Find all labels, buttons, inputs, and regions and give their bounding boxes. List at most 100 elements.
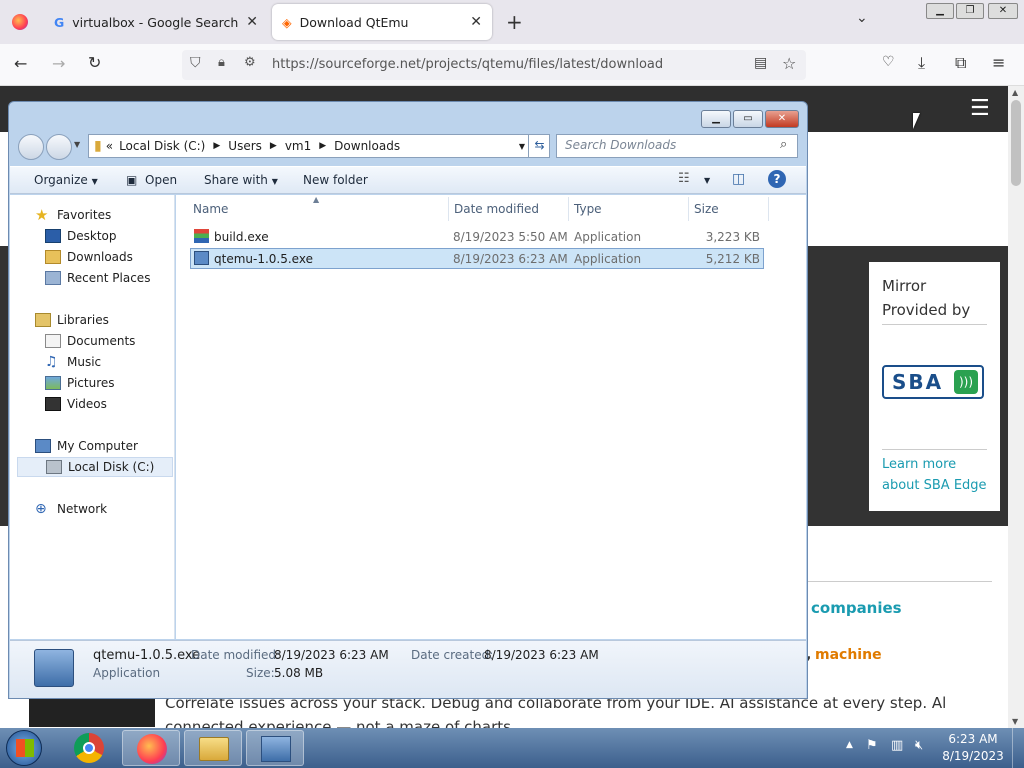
action-center-icon[interactable]: ⚑ <box>866 738 878 753</box>
file-row-build[interactable]: build.exe 8/19/2023 5:50 AM Application … <box>190 227 764 248</box>
explorer-minimize-button[interactable]: ▁ <box>701 110 731 128</box>
share-with-button[interactable]: Share with ▼ <box>204 173 278 187</box>
taskbar-installer[interactable] <box>246 730 304 766</box>
reader-view-icon[interactable]: ▤ <box>754 55 767 71</box>
close-window-button[interactable]: ✕ <box>988 3 1018 19</box>
tab-google-search[interactable]: G virtualbox - Google Search ✕ <box>44 4 268 40</box>
change-view-icon[interactable]: ☷ <box>678 171 690 186</box>
lock-icon[interactable]: 🔒︎ <box>218 55 225 70</box>
taskbar-chrome[interactable] <box>60 730 118 766</box>
taskbar-explorer[interactable] <box>184 730 242 766</box>
taskbar-firefox[interactable] <box>122 730 180 766</box>
clock-time[interactable]: 6:23 AM <box>940 732 1006 746</box>
breadcrumb-overflow[interactable]: « <box>106 139 113 153</box>
show-desktop-button[interactable] <box>1012 728 1024 768</box>
breadcrumb-vm1[interactable]: vm1 <box>285 139 311 153</box>
firefox-menu-icon[interactable] <box>12 14 28 30</box>
breadcrumb-local-disk[interactable]: Local Disk (C:) <box>119 139 205 153</box>
breadcrumb-chevron-icon[interactable]: ▶ <box>319 141 326 151</box>
show-hidden-icons[interactable]: ▲ <box>846 740 853 750</box>
new-folder-button[interactable]: New folder <box>303 173 368 187</box>
help-icon[interactable]: ? <box>768 170 786 188</box>
preview-pane-icon[interactable]: ◫ <box>732 171 745 187</box>
nav-recent-places[interactable]: Recent Places <box>45 268 150 288</box>
scroll-up-arrow[interactable]: ▲ <box>1012 88 1018 97</box>
file-name: qtemu-1.0.5.exe <box>214 252 313 266</box>
explorer-close-button[interactable]: ✕ <box>765 110 799 128</box>
page-scrollbar[interactable]: ▲ ▼ <box>1008 86 1024 728</box>
back-button[interactable] <box>18 134 44 160</box>
organize-button[interactable]: Organize ▼ <box>34 173 98 187</box>
back-icon[interactable]: ← <box>14 54 27 73</box>
nav-favorites[interactable]: ★ Favorites <box>35 205 111 225</box>
details-date-modified-label: Date modified: <box>191 648 281 662</box>
url-text[interactable]: https://sourceforge.net/projects/qtemu/f… <box>272 57 663 72</box>
scroll-down-arrow[interactable]: ▼ <box>1012 717 1018 726</box>
sba-logo[interactable]: SBA ))) <box>882 365 984 399</box>
nav-downloads[interactable]: Downloads <box>45 247 133 267</box>
open-button[interactable]: Open <box>145 173 177 187</box>
forward-button[interactable] <box>46 134 72 160</box>
clock-date[interactable]: 8/19/2023 <box>940 749 1006 763</box>
column-date-modified[interactable]: Date modified <box>454 202 539 216</box>
column-size[interactable]: Size <box>694 202 719 216</box>
sort-arrow-icon: ▲ <box>313 195 320 204</box>
list-tabs-icon[interactable]: ⌄ <box>856 10 868 26</box>
url-bar[interactable]: ⛉ 🔒︎ ⚙ https://sourceforge.net/projects/… <box>182 50 806 80</box>
scroll-thumb[interactable] <box>1011 100 1021 186</box>
nav-documents[interactable]: Documents <box>45 331 135 351</box>
nav-network[interactable]: ⊕ Network <box>35 499 107 519</box>
close-tab-icon[interactable]: ✕ <box>246 14 258 30</box>
volume-muted-icon[interactable]: 🔇︎ <box>915 738 923 753</box>
breadcrumb-downloads[interactable]: Downloads <box>334 139 400 153</box>
restore-window-button[interactable]: ❐ <box>956 3 984 19</box>
open-icon[interactable]: ▣ <box>126 173 137 187</box>
breadcrumb-chevron-icon[interactable]: ▶ <box>213 141 220 151</box>
breadcrumb-chevron-icon[interactable]: ▶ <box>270 141 277 151</box>
bookmark-star-icon[interactable]: ☆ <box>782 54 796 73</box>
hamburger-menu-icon[interactable]: ☰ <box>970 96 990 121</box>
search-input[interactable]: Search Downloads <box>556 134 798 158</box>
column-type[interactable]: Type <box>574 202 602 216</box>
close-tab-icon[interactable]: ✕ <box>470 14 482 30</box>
tab-download-qtemu[interactable]: ◈ Download QtEmu ✕ <box>272 4 492 40</box>
learn-more-link-2[interactable]: about SBA Edge <box>882 475 987 496</box>
file-type: Application <box>574 230 642 244</box>
nav-libraries[interactable]: Libraries <box>35 310 109 330</box>
start-button[interactable] <box>6 730 42 766</box>
reload-icon[interactable]: ↻ <box>88 53 101 72</box>
new-tab-button[interactable]: + <box>506 10 523 34</box>
shield-icon[interactable]: ⛉ <box>190 55 201 71</box>
address-bar[interactable]: ▮ « Local Disk (C:) ▶ Users ▶ vm1 ▶ Down… <box>88 134 550 158</box>
downloads-folder-icon <box>45 250 61 264</box>
extensions-icon[interactable]: ⧉ <box>955 53 966 73</box>
address-dropdown-icon[interactable]: ▼ <box>519 142 525 151</box>
nav-music[interactable]: ♫ Music <box>45 352 101 372</box>
refresh-icon[interactable]: ⇆ <box>528 134 550 158</box>
downloads-icon[interactable]: ⤓ <box>918 53 925 73</box>
breadcrumb-users[interactable]: Users <box>228 139 262 153</box>
search-icon[interactable]: ⌕ <box>780 137 787 152</box>
explorer-maximize-button[interactable]: ▭ <box>733 110 763 128</box>
permissions-icon[interactable]: ⚙ <box>244 55 256 70</box>
ad-thumbnail[interactable] <box>29 699 155 727</box>
nav-videos[interactable]: Videos <box>45 394 107 414</box>
nav-local-disk[interactable]: Local Disk (C:) <box>17 457 173 477</box>
forward-icon[interactable]: → <box>52 54 65 73</box>
nav-pictures[interactable]: Pictures <box>45 373 115 393</box>
view-options-icon[interactable]: ▼ <box>704 176 710 185</box>
menu-icon[interactable]: ≡ <box>992 53 1005 72</box>
companies-link[interactable]: companies <box>811 599 902 617</box>
folder-icon <box>199 737 229 761</box>
learn-more-link[interactable]: Learn more <box>882 454 987 475</box>
minimize-window-button[interactable]: ▁ <box>926 3 954 19</box>
nav-desktop[interactable]: Desktop <box>45 226 117 246</box>
network-status-icon[interactable]: ▥ <box>891 738 903 753</box>
nav-my-computer[interactable]: My Computer <box>35 436 138 456</box>
pocket-icon[interactable]: ♡ <box>882 54 895 70</box>
file-row-qtemu[interactable]: qtemu-1.0.5.exe 8/19/2023 6:23 AM Applic… <box>190 248 764 269</box>
recent-locations-icon[interactable]: ▼ <box>74 140 80 149</box>
column-name[interactable]: Name <box>193 202 228 216</box>
machine-link[interactable]: machine <box>815 647 882 663</box>
pictures-icon <box>45 376 61 390</box>
